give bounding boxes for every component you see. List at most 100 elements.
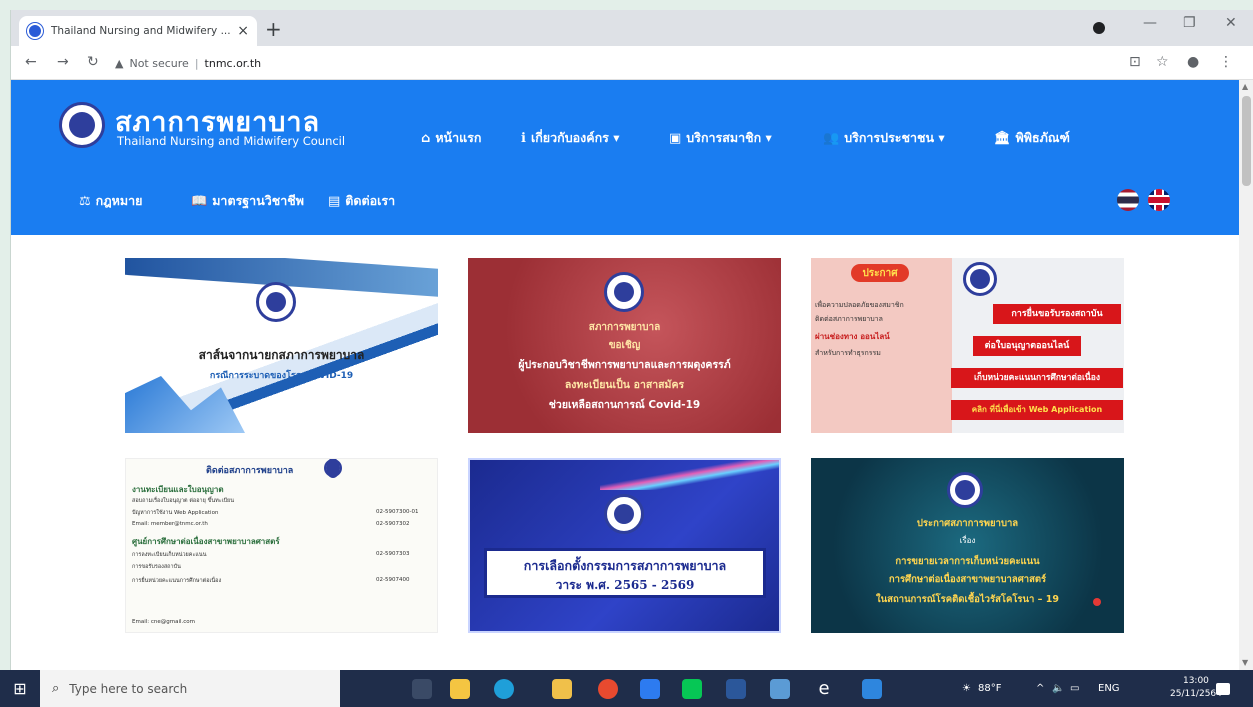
card6-decor-dot [1093,598,1101,606]
nav-home[interactable]: ⌂ หน้าแรก [421,128,481,148]
nav-contact[interactable]: ▤ ติดต่อเรา [328,191,395,211]
card6-line1: ประกาศสภาการพยาบาล [916,518,1019,529]
card3-emblem-icon [963,262,997,296]
people-app-icon[interactable] [770,679,790,699]
maximize-button[interactable]: ❐ [1183,16,1196,30]
profile-icon[interactable]: ● [1187,55,1199,69]
line-icon[interactable] [682,679,702,699]
uk-flag-icon[interactable] [1148,189,1170,211]
chrome-icon[interactable] [598,679,618,699]
taskbar-search-box[interactable]: ⌕ Type here to search [40,670,340,707]
browser-toolbar: ← → ↻ ▲ Not secure | tnmc.or.th ⊡ ☆ ● ⋮ [11,46,1253,80]
page-scrollbar[interactable]: ▲ ▼ [1239,80,1253,670]
card4-row4: การลงทะเบียนเก็บหน่วยคะแนน [132,552,207,558]
card-volunteer-invite[interactable]: สภาการพยาบาล ขอเชิญ ผู้ประกอบวิชาชีพการพ… [468,258,781,433]
card4-row2: ปัญหาการใช้งาน Web Application [132,510,219,516]
card2-line5: ช่วยเหลือสถานการณ์ Covid-19 [548,399,701,411]
card6-line5: ในสถานการณ์โรคติดเชื้อไวรัสโคโรนา – 19 [876,594,1059,605]
thai-flag-icon[interactable] [1117,189,1139,211]
nav-about[interactable]: ℹ เกี่ยวกับองค์กร ▾ [521,128,620,148]
card2-line4: ลงทะเบียนเป็น อาสาสมัคร [564,379,685,391]
card3-button-accreditation[interactable]: การยื่นขอรับรองสถาบัน [993,304,1121,324]
card4-number3: 02-5907303 [376,551,410,557]
windows-start-icon[interactable]: ⊞ [0,670,40,707]
ie-icon[interactable]: e [814,679,834,699]
language-indicator[interactable]: ENG [1098,683,1120,694]
file-explorer-icon[interactable] [552,679,572,699]
card-election[interactable]: การเลือกตั้งกรรมการสภาการพยาบาล วาระ พ.ศ… [468,458,781,633]
minimize-button[interactable]: — [1143,16,1157,30]
card2-line3: ผู้ประกอบวิชาชีพการพยาบาลและการผดุงครรภ์ [518,359,731,371]
media-indicator-icon[interactable] [1093,22,1105,34]
tray-chevron-icon[interactable]: ^ [1036,683,1044,694]
card1-emblem-icon [256,282,296,322]
tab-title: Thailand Nursing and Midwifery ... [51,25,231,37]
card5-emblem-icon [604,494,644,534]
nav-professional-standard[interactable]: 📖 มาตรฐานวิชาชีพ [191,191,304,211]
network-icon[interactable]: ▭ [1070,683,1079,694]
nav-member-services[interactable]: ▣ บริการสมาชิก ▾ [669,128,772,148]
card5-line1: การเลือกตั้งกรรมการสภาการพยาบาล [523,558,727,573]
card1-subtitle: กรณีการระบาดของโรค COVID-19 [209,371,354,381]
card4-number1: 02-5907300-01 [376,509,419,515]
search-placeholder: Type here to search [69,681,188,696]
card-president-message[interactable]: สาส์นจากนายกสภาการพยาบาล กรณีการระบาดของ… [125,258,438,433]
clock-time: 13:00 [1182,676,1209,686]
address-bar[interactable]: ▲ Not secure | tnmc.or.th [115,52,1115,74]
new-tab-button[interactable]: + [265,19,282,39]
security-label: Not secure [129,56,189,70]
scroll-up-icon[interactable]: ▲ [1242,82,1248,91]
weather-temp[interactable]: 88°F [978,683,1001,694]
share-icon[interactable]: ⊡ [1129,55,1141,69]
scroll-thumb[interactable] [1242,96,1251,186]
contact-card-icon: ▤ [328,193,341,209]
bookmark-star-icon[interactable]: ☆ [1156,55,1169,69]
card3-button-web-app[interactable]: คลิก ที่นี่เพื่อเข้า Web Application [951,400,1123,420]
card-contact-info[interactable]: ติดต่อสภาการพยาบาล งานทะเบียนและใบอนุญาต… [125,458,438,633]
warning-triangle-icon[interactable]: ▲ [115,57,123,70]
home-icon: ⌂ [421,130,431,146]
card4-row1: สอบถามเรื่องใบอนุญาต ต่ออายุ ขึ้นทะเบียน [132,498,235,504]
menu-kebab-icon[interactable]: ⋮ [1219,55,1233,69]
store-icon[interactable] [450,679,470,699]
browser-tab[interactable]: Thailand Nursing and Midwifery ... × [19,16,257,46]
card1-title: สาส์นจากนายกสภาการพยาบาล [198,348,365,362]
card3-button-cne-credit[interactable]: เก็บหน่วยคะแนนการศึกษาต่อเนื่อง [951,368,1123,388]
id-card-icon: ▣ [669,130,682,146]
card4-row3: Email: member@tnmc.or.th [132,521,208,527]
edge-icon[interactable] [494,679,514,699]
speaker-icon[interactable]: 🔈 [1052,683,1064,694]
card6-line3: การขยายเวลาการเก็บหน่วยคะแนน [895,556,1040,567]
card-cne-extension[interactable]: ประกาศสภาการพยาบาล เรื่อง การขยายเวลาการ… [811,458,1124,633]
card2-emblem-icon [604,272,644,312]
museum-icon: 🏛 [994,130,1011,146]
taskbar-clock[interactable]: 13:00 25/11/2564 [1170,675,1222,701]
zoom-icon[interactable] [640,679,660,699]
logo-english-text[interactable]: Thailand Nursing and Midwifery Council [117,134,345,148]
url-text[interactable]: tnmc.or.th [205,57,262,70]
card4-row6: การยื่นหน่วยคะแนนการศึกษาต่อเนื่อง [132,578,222,584]
tab-strip: Thailand Nursing and Midwifery ... × + —… [11,10,1253,46]
nav-museum[interactable]: 🏛 พิพิธภัณฑ์ [994,128,1070,148]
site-header: สภาการพยาบาล Thailand Nursing and Midwif… [11,80,1239,235]
close-window-button[interactable]: ✕ [1225,16,1237,30]
nav-public-services[interactable]: 👥 บริการประชาชน ▾ [823,128,945,148]
council-logo-icon[interactable] [59,102,105,148]
card3-button-license-renewal[interactable]: ต่อใบอนุญาตออนไลน์ [973,336,1081,356]
word-icon[interactable] [726,679,746,699]
forward-arrow-icon[interactable]: → [57,55,69,69]
back-arrow-icon[interactable]: ← [25,55,37,69]
notification-icon[interactable] [1216,683,1230,695]
weather-icon[interactable]: ☀ [962,683,971,694]
card4-number2: 02-5907302 [376,521,410,527]
nav-law[interactable]: ⚖ กฎหมาย [79,191,142,211]
scroll-down-icon[interactable]: ▼ [1242,658,1248,667]
tab-close-icon[interactable]: × [237,24,249,38]
card6-line2: เรื่อง [959,536,976,545]
photos-icon[interactable] [862,679,882,699]
card3-left-text1: เพื่อความปลอดภัยของสมาชิก [815,301,904,309]
task-view-icon[interactable] [412,679,432,699]
card-announcement[interactable]: ประกาศ เพื่อความปลอดภัยของสมาชิก ติดต่อส… [811,258,1124,433]
reload-icon[interactable]: ↻ [87,55,99,69]
card4-row5: การขอรับรองสถาบัน [132,564,181,570]
